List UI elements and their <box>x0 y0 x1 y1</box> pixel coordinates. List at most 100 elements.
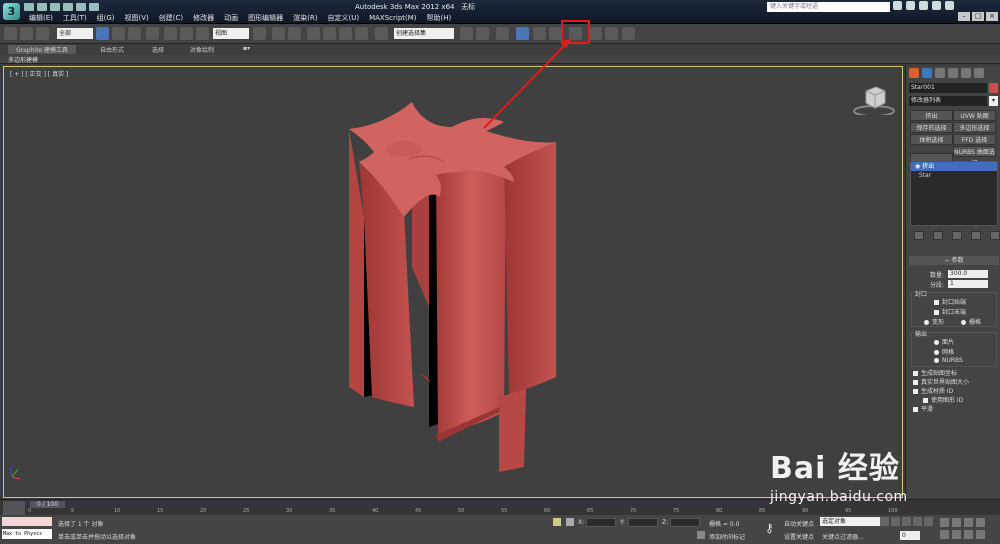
cap-start-checkbox[interactable]: 封口始端 <box>934 297 966 306</box>
output-patch-radio[interactable]: 面片 <box>934 337 954 346</box>
pivot-center-icon[interactable] <box>253 27 266 40</box>
key-filters-button[interactable]: 关键点过滤器... <box>822 532 864 541</box>
zoom-extents-icon[interactable] <box>964 518 973 527</box>
polygon-modeling-label[interactable]: 多边形建模 <box>8 55 38 64</box>
configure-sets-icon[interactable] <box>990 231 1000 240</box>
mirror-icon[interactable] <box>460 27 473 40</box>
add-time-tag[interactable]: 添加时间标记 <box>709 532 745 541</box>
remove-modifier-icon[interactable] <box>971 231 981 240</box>
utilities-tab-icon[interactable] <box>974 68 984 78</box>
set-key-button[interactable]: 设置关键点 <box>784 532 814 541</box>
morph-radio[interactable]: 变形 <box>924 317 944 326</box>
bind-spacewarp-icon[interactable] <box>36 27 49 40</box>
curve-editor-icon[interactable] <box>533 27 546 40</box>
hold-icon[interactable] <box>89 3 99 11</box>
minimize-button[interactable]: – <box>958 12 970 21</box>
cap-end-checkbox[interactable]: 封口末端 <box>934 307 966 316</box>
key-icon[interactable]: ⚷ <box>765 521 774 535</box>
create-tab-icon[interactable] <box>909 68 919 78</box>
poly-select-button[interactable]: 多边形选择 <box>953 122 996 133</box>
output-mesh-radio[interactable]: 网格 <box>934 347 954 356</box>
use-shape-id-checkbox[interactable]: 使用图形 ID <box>923 395 963 404</box>
menu-item-8[interactable]: 渲染(R) <box>288 13 322 23</box>
goto-start-icon[interactable] <box>880 517 889 526</box>
nurbs-select-button[interactable]: NURBS 曲面选择 <box>953 146 996 167</box>
select-object-icon[interactable] <box>96 27 109 40</box>
z-coord-field[interactable] <box>670 518 700 527</box>
vol-select-button[interactable]: 体积选择 <box>910 134 953 145</box>
output-nurbs-radio[interactable]: NURBS <box>934 357 963 364</box>
rect-selection-icon[interactable] <box>128 27 141 40</box>
menu-item-9[interactable]: 自定义(U) <box>322 13 364 23</box>
menu-item-10[interactable]: MAXScript(M) <box>364 13 421 23</box>
align-icon[interactable] <box>476 27 489 40</box>
tab-object-paint[interactable]: 对象绘制 <box>190 45 214 54</box>
communication-icon[interactable] <box>919 1 928 10</box>
uvw-map-button[interactable]: UVW 贴图 <box>953 110 996 121</box>
search-input[interactable]: 键入关键字或短语 <box>767 2 890 12</box>
layer-manager-icon[interactable] <box>496 27 509 40</box>
restore-button[interactable]: □ <box>972 12 984 21</box>
current-frame-field[interactable]: 0 <box>900 531 920 540</box>
unlink-icon[interactable] <box>20 27 33 40</box>
absolute-mode-icon[interactable] <box>566 518 574 526</box>
menu-item-0[interactable]: 编辑(E) <box>24 13 58 23</box>
zoom-icon[interactable] <box>940 518 949 527</box>
motion-tab-icon[interactable] <box>948 68 958 78</box>
subscription-icon[interactable] <box>906 1 915 10</box>
search-icon[interactable] <box>893 1 902 10</box>
modifier-list-dropdown[interactable]: 修改器列表 <box>909 96 987 106</box>
orbit-icon[interactable] <box>964 530 973 539</box>
stack-item-extrude[interactable]: ◉ 挤出 <box>911 162 997 171</box>
play-icon[interactable] <box>902 517 911 526</box>
make-unique-icon[interactable] <box>952 231 962 240</box>
grid-radio[interactable]: 栅格 <box>961 317 981 326</box>
pan-icon[interactable] <box>952 530 961 539</box>
segments-spinner[interactable]: 1 <box>948 280 988 288</box>
redo-icon[interactable] <box>76 3 86 11</box>
graphite-toggle-icon[interactable] <box>516 27 529 40</box>
gen-matid-checkbox[interactable]: 生成材质 ID <box>913 386 953 395</box>
hierarchy-tab-icon[interactable] <box>935 68 945 78</box>
edit-named-sets-icon[interactable] <box>375 27 388 40</box>
stack-item-star[interactable]: Star <box>911 171 997 180</box>
menu-item-5[interactable]: 修改器 <box>188 13 219 23</box>
parameters-rollout-header[interactable]: − 参数 <box>909 256 999 265</box>
tab-freeform[interactable]: 自由形式 <box>100 45 124 54</box>
maxscript-listener-bottom[interactable]: Max to Physcs <box>2 529 52 539</box>
percent-snap-icon[interactable] <box>339 27 352 40</box>
spinner-snap-icon[interactable] <box>355 27 368 40</box>
goto-end-icon[interactable] <box>924 517 933 526</box>
real-world-checkbox[interactable]: 真实世界贴图大小 <box>913 377 969 386</box>
lock-selection-icon[interactable] <box>553 518 561 526</box>
select-manipulate-icon[interactable] <box>272 27 285 40</box>
star-extrusion-object[interactable] <box>349 102 556 472</box>
display-tab-icon[interactable] <box>961 68 971 78</box>
fov-icon[interactable] <box>940 530 949 539</box>
show-end-result-icon[interactable] <box>933 231 943 240</box>
render-setup-icon[interactable] <box>589 27 602 40</box>
gen-map-checkbox[interactable]: 生成贴图坐标 <box>913 368 957 377</box>
rotate-icon[interactable] <box>180 27 193 40</box>
auto-key-button[interactable]: 自动关键点 <box>784 519 814 528</box>
menu-item-3[interactable]: 视图(V) <box>120 13 154 23</box>
pin-stack-icon[interactable] <box>914 231 924 240</box>
scale-icon[interactable] <box>196 27 209 40</box>
close-button[interactable]: × <box>986 12 998 21</box>
mini-curve-editor-icon[interactable] <box>3 501 25 515</box>
snap-toggle-icon[interactable] <box>307 27 320 40</box>
viewcube[interactable] <box>852 85 896 115</box>
extrude-mod-button[interactable]: 挤出 <box>910 110 953 121</box>
selection-filter-dropdown[interactable]: 全部 <box>57 28 93 39</box>
help-icon[interactable] <box>945 1 954 10</box>
saved-selection-button[interactable]: 保存的选择 <box>910 122 953 133</box>
maximize-viewport-icon[interactable] <box>976 530 985 539</box>
zoom-extents-all-icon[interactable] <box>976 518 985 527</box>
app-logo-button[interactable]: 3 <box>3 3 20 20</box>
modify-tab-icon[interactable] <box>922 68 932 78</box>
rendered-frame-icon[interactable] <box>605 27 618 40</box>
object-name-field[interactable]: Star001 <box>909 83 987 93</box>
x-coord-field[interactable] <box>586 518 616 527</box>
save-icon[interactable] <box>50 3 60 11</box>
prev-frame-icon[interactable] <box>891 517 900 526</box>
